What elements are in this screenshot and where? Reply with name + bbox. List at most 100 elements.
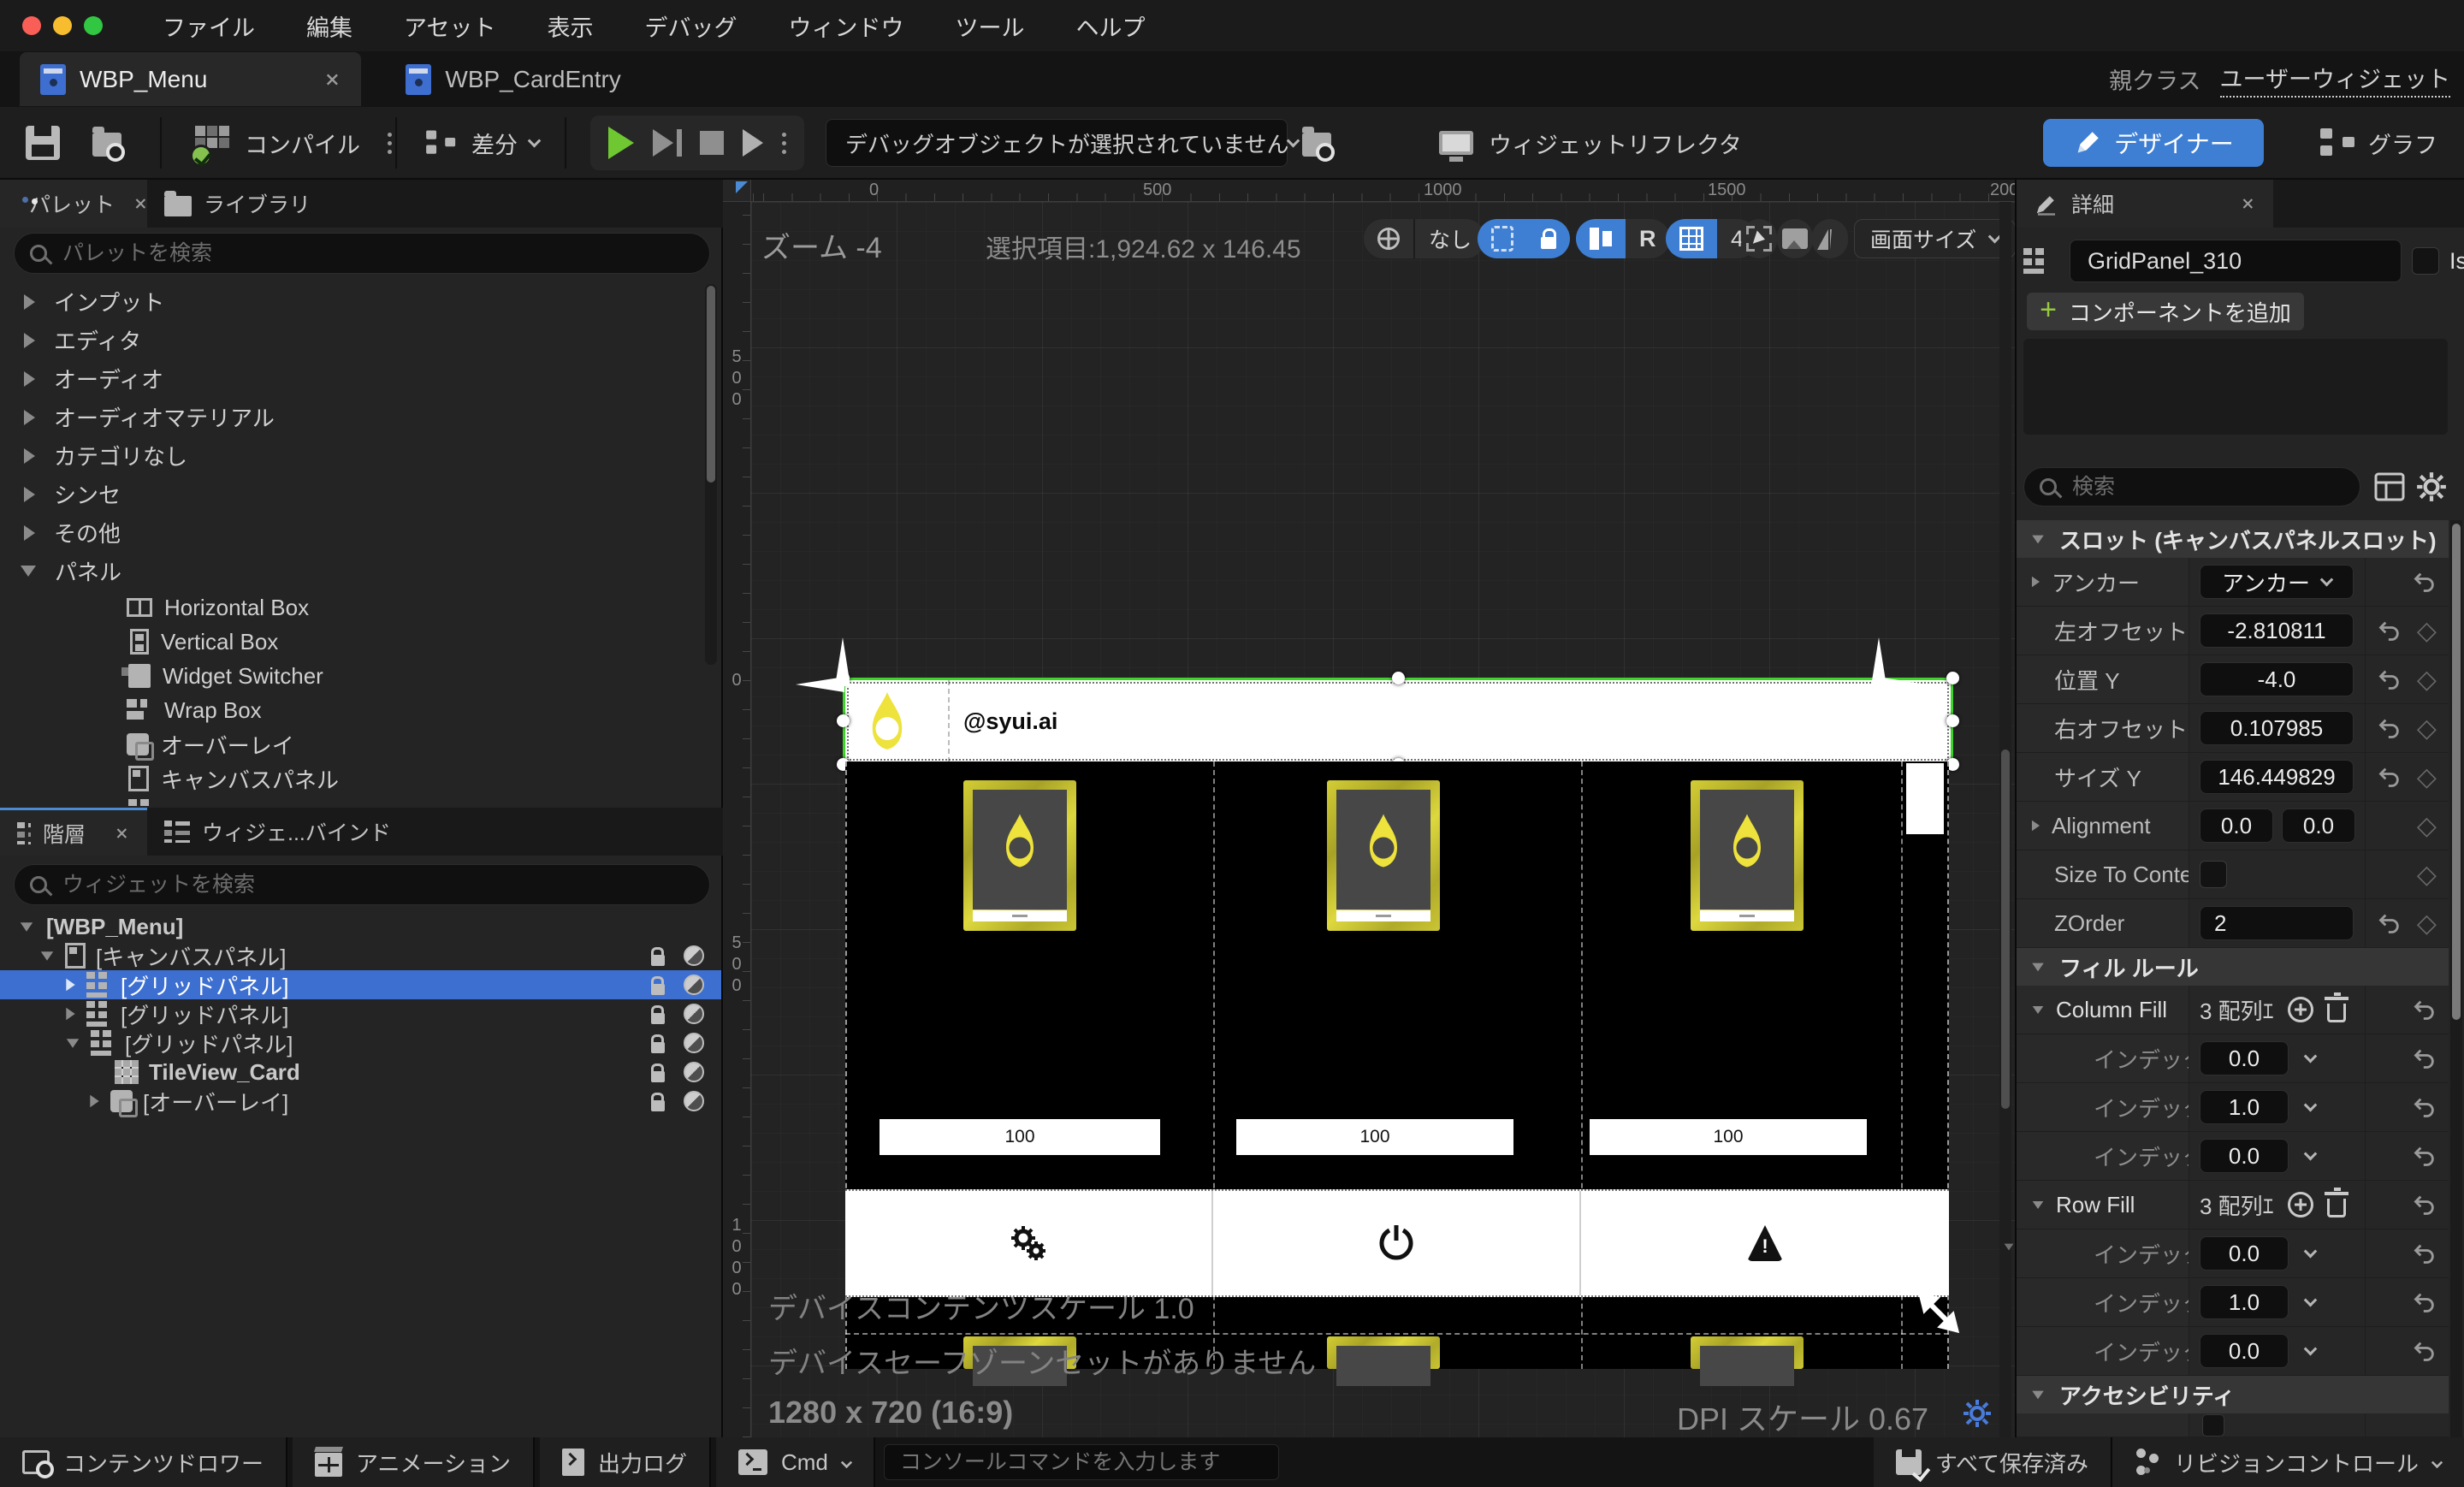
stop-icon[interactable] xyxy=(700,131,725,155)
content-drawer-button[interactable]: コンテンツドロワー xyxy=(0,1437,288,1487)
tab-library[interactable]: ライブラリ xyxy=(147,180,328,228)
bind-diamond-icon[interactable]: ◇ xyxy=(2417,616,2437,646)
collapse-arrow-icon[interactable] xyxy=(66,1038,80,1048)
tab-palette[interactable]: パレット xyxy=(0,180,147,228)
scrollbar-thumb[interactable] xyxy=(2001,749,2010,1109)
palette-category-uncategorized[interactable]: カテゴリなし xyxy=(0,436,702,475)
screen-size-dropdown[interactable]: 画面サイズ xyxy=(1854,219,2015,258)
expand-arrow-icon[interactable] xyxy=(24,409,35,425)
menu-asset[interactable]: アセット xyxy=(404,9,495,43)
slot-section-header[interactable]: スロット (キャンバスパネルスロット) xyxy=(2017,520,2449,558)
palette-category-synth[interactable]: シンセ xyxy=(0,475,702,513)
expand-arrow-icon[interactable] xyxy=(2031,820,2040,832)
bind-diamond-icon[interactable]: ◇ xyxy=(2417,762,2437,792)
index-value-input[interactable]: 1.0 xyxy=(2200,1285,2289,1319)
preview-background-button[interactable] xyxy=(1777,219,1813,258)
tab-widget-bind[interactable]: ウィジェ...バインド xyxy=(147,808,408,856)
details-scrollbar[interactable] xyxy=(2450,520,2462,1437)
chevron-down-icon[interactable] xyxy=(2303,1049,2318,1063)
browse-to-asset-button[interactable] xyxy=(92,126,125,162)
marquee-select-button[interactable] xyxy=(1478,219,1527,258)
maximize-window-icon[interactable] xyxy=(84,16,103,35)
display-filter-icon[interactable] xyxy=(2374,472,2405,501)
index-value-input[interactable]: 1.0 xyxy=(2200,1090,2289,1124)
minimize-window-icon[interactable] xyxy=(53,16,72,35)
palette-category-input[interactable]: インプット xyxy=(0,282,702,321)
tab-wbp-menu[interactable]: WBP_Menu xyxy=(20,52,362,106)
scroll-down-icon[interactable] xyxy=(2004,1243,2014,1251)
collapse-arrow-icon[interactable] xyxy=(40,951,54,961)
tree-row-tileview-card[interactable]: TileView_Card xyxy=(0,1057,721,1087)
widget-handle-text[interactable]: @syui.ai xyxy=(963,708,1057,735)
anchor-dropdown[interactable]: アンカー xyxy=(2200,565,2354,599)
card-value-bar[interactable]: 100 xyxy=(880,1119,1160,1155)
dpi-settings-gear-icon[interactable] xyxy=(1962,1398,1993,1429)
palette-category-editor[interactable]: エディタ xyxy=(0,321,702,359)
play-icon[interactable] xyxy=(607,127,634,159)
index-value-input[interactable]: 0.0 xyxy=(2200,1334,2289,1368)
compile-button[interactable]: コンパイル xyxy=(190,117,392,169)
zorder-input[interactable]: 2 xyxy=(2200,906,2354,940)
bind-diamond-icon[interactable]: ◇ xyxy=(2417,811,2437,841)
debug-object-dropdown[interactable]: デバッグオブジェクトが選択されていません xyxy=(826,119,1300,167)
pos-y-input[interactable]: -4.0 xyxy=(2200,662,2354,696)
expand-arrow-icon[interactable] xyxy=(24,332,35,348)
card-value-bar[interactable]: 100 xyxy=(1236,1119,1513,1155)
tab-hierarchy[interactable]: 階層 xyxy=(0,808,147,856)
reset-icon[interactable] xyxy=(2413,998,2437,1022)
index-value-input[interactable]: 0.0 xyxy=(2200,1139,2289,1173)
reset-icon[interactable] xyxy=(2413,1193,2437,1217)
canvas-scrollbar[interactable] xyxy=(1999,202,2014,1437)
lock-icon[interactable] xyxy=(651,1092,665,1111)
hierarchy-search-input[interactable] xyxy=(61,871,694,898)
expand-arrow-icon[interactable] xyxy=(24,486,35,502)
expand-arrow-icon[interactable] xyxy=(66,978,75,992)
save-button[interactable] xyxy=(26,126,60,160)
lock-icon[interactable] xyxy=(651,1004,665,1024)
palette-scrollbar[interactable] xyxy=(705,284,717,665)
delete-elements-icon[interactable] xyxy=(2324,1188,2348,1217)
bind-diamond-icon[interactable]: ◇ xyxy=(2417,860,2437,890)
designer-canvas[interactable]: 0 500 1000 1500 200 500 0 500 1000 ズーム -… xyxy=(723,180,2015,1437)
chevron-down-icon[interactable] xyxy=(2303,1244,2318,1258)
palette-item-wrap-box[interactable]: Wrap Box xyxy=(0,693,702,727)
save-all-button[interactable]: すべて保存済み xyxy=(1873,1437,2112,1487)
details-search-input[interactable] xyxy=(2070,473,2344,501)
reset-icon[interactable] xyxy=(2413,1339,2437,1363)
localization-globe-button[interactable] xyxy=(1364,219,1413,258)
culture-none-button[interactable]: なし xyxy=(1413,219,1485,258)
reset-icon[interactable] xyxy=(2378,619,2402,643)
widget-logo-cell[interactable] xyxy=(856,684,919,759)
right-offset-input[interactable]: 0.107985 xyxy=(2200,711,2354,745)
settings-gear-icon[interactable] xyxy=(2415,471,2448,503)
card-entry[interactable] xyxy=(1691,780,1804,931)
tree-row-canvas-panel[interactable]: [キャンバスパネル] xyxy=(0,941,721,970)
add-element-icon[interactable] xyxy=(2287,997,2313,1022)
card-entry-partial[interactable] xyxy=(1691,1336,1804,1386)
bind-diamond-icon[interactable]: ◇ xyxy=(2417,665,2437,695)
hierarchy-search[interactable] xyxy=(14,864,710,905)
card-entry[interactable] xyxy=(963,780,1076,931)
lock-icon[interactable] xyxy=(651,1063,665,1082)
palette-search-input[interactable] xyxy=(61,240,694,267)
palette-item-widget-switcher[interactable]: Widget Switcher xyxy=(0,659,702,693)
power-cell[interactable] xyxy=(1213,1191,1581,1295)
localization-preview-button[interactable] xyxy=(1576,219,1626,258)
add-element-icon[interactable] xyxy=(2287,1192,2313,1217)
menu-window[interactable]: ウィンドウ xyxy=(788,9,903,43)
play-options-icon[interactable] xyxy=(782,132,787,137)
tileview-scrollbar[interactable] xyxy=(1906,763,1944,834)
expand-arrow-icon[interactable] xyxy=(90,1094,99,1108)
tree-row-wbp-menu[interactable]: [WBP_Menu] xyxy=(0,912,721,941)
diff-button[interactable]: 差分 xyxy=(424,117,542,169)
tab-wbp-cardentry[interactable]: WBP_CardEntry xyxy=(385,52,641,106)
left-offset-input[interactable]: -2.810811 xyxy=(2200,613,2354,648)
revision-control-button[interactable]: リビジョンコントロール xyxy=(2112,1437,2464,1487)
bind-diamond-icon[interactable]: ◇ xyxy=(2417,714,2437,744)
play-to-here-icon[interactable] xyxy=(743,129,764,157)
grid-snap-button[interactable] xyxy=(1666,219,1717,258)
menu-view[interactable]: 表示 xyxy=(547,9,593,43)
menu-debug[interactable]: デバッグ xyxy=(644,9,737,43)
chevron-down-icon[interactable] xyxy=(2303,1146,2318,1160)
size-to-content-checkbox[interactable] xyxy=(2200,861,2227,888)
